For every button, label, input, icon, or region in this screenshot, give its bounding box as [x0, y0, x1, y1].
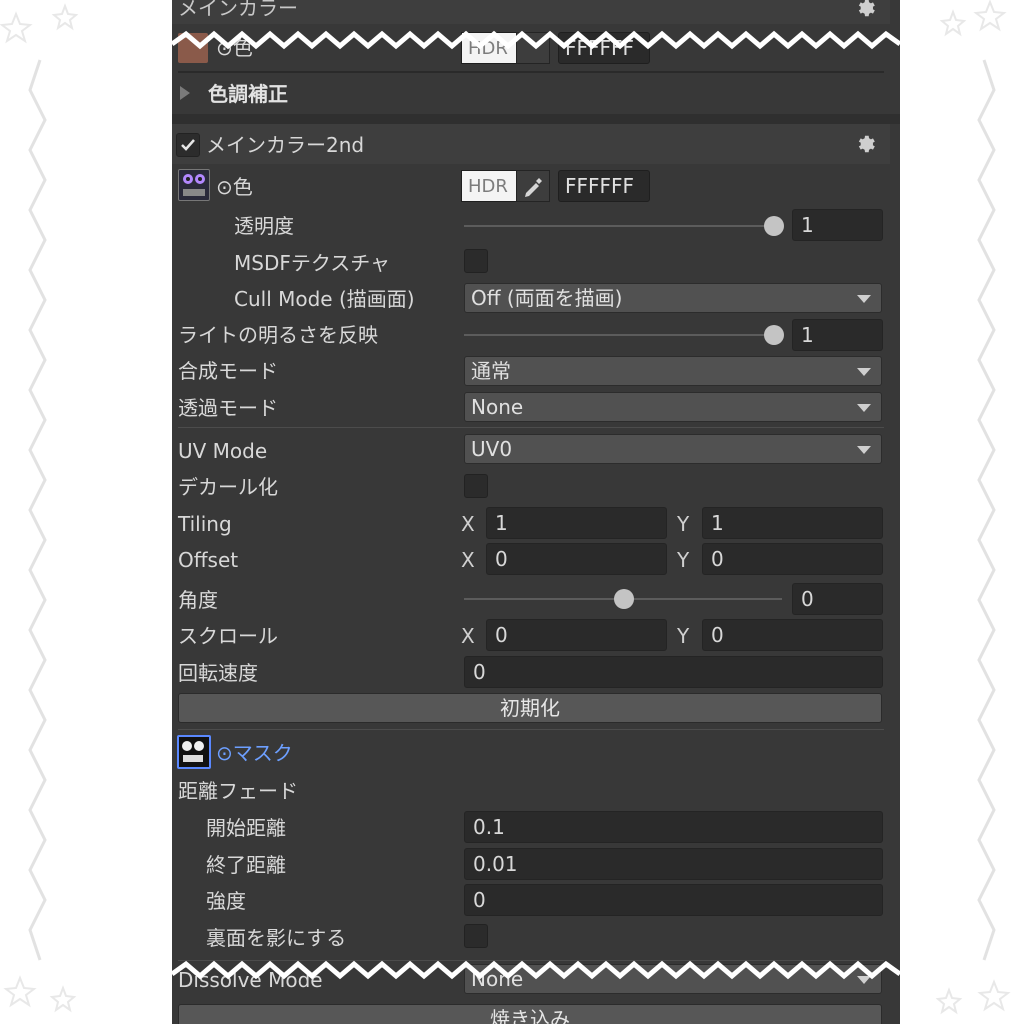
blend-mode-value: 通常	[471, 359, 511, 383]
offset-x-label: X	[461, 548, 475, 572]
second-texture-thumbnail[interactable]	[178, 169, 210, 201]
tiling-label: Tiling	[178, 512, 232, 536]
scroll-x-field[interactable]: 0	[486, 619, 667, 651]
torn-edge-bottom	[170, 960, 902, 980]
scroll-y-label: Y	[677, 624, 690, 648]
light-slider-knob[interactable]	[764, 325, 784, 345]
cull-mode-value: Off (両面を描画)	[471, 286, 623, 310]
foldout-arrow-icon[interactable]	[180, 86, 190, 100]
main-color-2nd-toggle[interactable]	[176, 133, 200, 157]
msdf-checkbox[interactable]	[464, 249, 488, 273]
scroll-label: スクロール	[178, 624, 278, 648]
decal-label: デカール化	[178, 475, 278, 499]
mask-preview-icon	[182, 741, 204, 762]
fade-end-label: 終了距離	[206, 853, 286, 877]
scroll-y-field[interactable]: 0	[702, 619, 883, 651]
eyedropper-button[interactable]	[516, 170, 550, 202]
hdr-button[interactable]: HDR	[461, 170, 517, 202]
angle-label: 角度	[178, 588, 218, 612]
gear-icon[interactable]	[854, 0, 876, 19]
color-hex-field[interactable]: FFFFFF	[558, 170, 650, 202]
chevron-down-icon	[857, 446, 871, 454]
tiling-x-field[interactable]: 1	[486, 507, 667, 539]
msdf-label: MSDFテクスチャ	[234, 251, 391, 275]
checkmark-icon	[181, 139, 195, 151]
light-field[interactable]: 1	[792, 319, 883, 351]
opacity-label: 透明度	[234, 214, 294, 238]
divider	[178, 729, 884, 730]
bake-button[interactable]: 焼き込み	[178, 1004, 882, 1024]
offset-label: Offset	[178, 548, 239, 572]
main-color-title: メインカラー	[178, 0, 298, 20]
blend-mode-label: 合成モード	[178, 359, 278, 383]
backface-shadow-label: 裏面を影にする	[206, 926, 347, 950]
reset-button[interactable]: 初期化	[178, 693, 882, 723]
offset-y-label: Y	[677, 548, 690, 572]
blend-mode-dropdown[interactable]: 通常	[464, 356, 882, 386]
cull-mode-label: Cull Mode (描画面)	[234, 287, 415, 311]
distance-fade-label: 距離フェード	[178, 779, 298, 803]
rotation-speed-label: 回転速度	[178, 661, 258, 685]
material-inspector-panel: メインカラー ⊙色 HDR FFFFFF 色調補正 メインカラー2nd ⊙色 H…	[172, 0, 900, 1024]
alpha-mode-dropdown[interactable]: None	[464, 392, 882, 422]
uv-mode-label: UV Mode	[178, 439, 268, 463]
rotation-speed-field[interactable]: 0	[464, 656, 883, 688]
gear-icon[interactable]	[854, 133, 876, 155]
offset-x-field[interactable]: 0	[486, 543, 667, 575]
section-gap	[172, 114, 900, 124]
chevron-down-icon	[857, 295, 871, 303]
offset-y-field[interactable]: 0	[702, 543, 883, 575]
fade-start-field[interactable]: 0.1	[464, 811, 883, 843]
light-label: ライトの明るさを反映	[178, 323, 378, 347]
mask-label[interactable]: ⊙マスク	[216, 741, 293, 765]
fade-strength-field[interactable]: 0	[464, 884, 883, 916]
divider	[178, 71, 884, 73]
fade-start-label: 開始距離	[206, 816, 286, 840]
decal-checkbox[interactable]	[464, 474, 488, 498]
backface-shadow-checkbox[interactable]	[464, 924, 488, 948]
fade-end-field[interactable]: 0.01	[464, 848, 883, 880]
tiling-y-field[interactable]: 1	[702, 507, 883, 539]
divider	[178, 427, 884, 428]
fade-strength-label: 強度	[206, 889, 246, 913]
alpha-mode-value: None	[471, 395, 524, 419]
color-label: ⊙色	[216, 175, 253, 199]
cull-mode-dropdown[interactable]: Off (両面を描画)	[464, 283, 882, 313]
opacity-slider-track[interactable]	[464, 225, 772, 227]
color-adjust-foldout[interactable]: 色調補正	[208, 82, 288, 106]
angle-slider-knob[interactable]	[614, 589, 634, 609]
tiling-y-label: Y	[677, 512, 690, 536]
opacity-slider-knob[interactable]	[764, 216, 784, 236]
mask-texture-thumbnail[interactable]	[177, 735, 211, 769]
uv-mode-dropdown[interactable]: UV0	[464, 434, 882, 464]
chevron-down-icon	[857, 368, 871, 376]
eyedropper-icon	[525, 178, 542, 197]
scroll-x-label: X	[461, 624, 475, 648]
angle-field[interactable]: 0	[792, 583, 883, 615]
opacity-field[interactable]: 1	[792, 209, 883, 241]
torn-edge-top	[170, 30, 902, 50]
alpha-mode-label: 透過モード	[178, 396, 278, 420]
chevron-down-icon	[857, 404, 871, 412]
light-slider-track[interactable]	[464, 334, 772, 336]
texture-preview-icon	[183, 174, 205, 196]
main-color-2nd-title: メインカラー2nd	[206, 133, 365, 157]
tiling-x-label: X	[461, 512, 475, 536]
uv-mode-value: UV0	[471, 437, 513, 461]
